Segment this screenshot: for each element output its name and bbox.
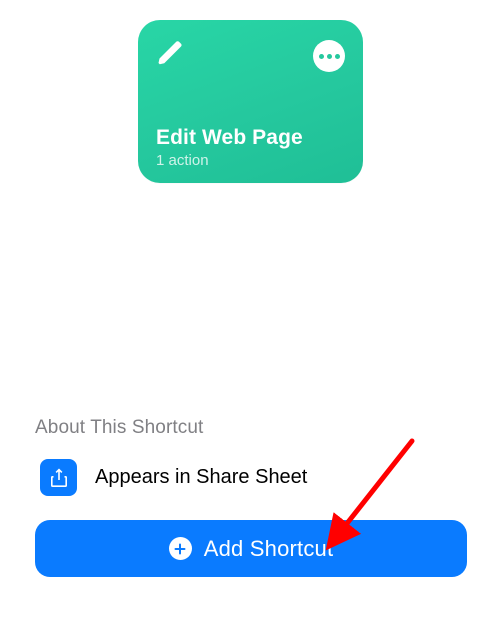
tile-header-row (156, 38, 345, 72)
share-sheet-row[interactable]: Appears in Share Sheet (35, 459, 465, 496)
shortcut-subtitle: 1 action (156, 152, 345, 169)
more-icon[interactable] (313, 40, 345, 72)
pencil-icon (156, 38, 186, 68)
plus-circle-icon (169, 537, 192, 560)
shortcut-tile[interactable]: Edit Web Page 1 action (138, 20, 363, 183)
shortcut-title: Edit Web Page (156, 126, 345, 150)
about-section: About This Shortcut Appears in Share She… (35, 417, 465, 496)
about-heading: About This Shortcut (35, 417, 465, 439)
add-shortcut-button[interactable]: Add Shortcut (35, 520, 467, 577)
share-sheet-label: Appears in Share Sheet (95, 466, 307, 489)
add-shortcut-label: Add Shortcut (204, 536, 334, 562)
shortcut-detail-screen: Edit Web Page 1 action About This Shortc… (0, 0, 500, 637)
share-icon (40, 459, 77, 496)
